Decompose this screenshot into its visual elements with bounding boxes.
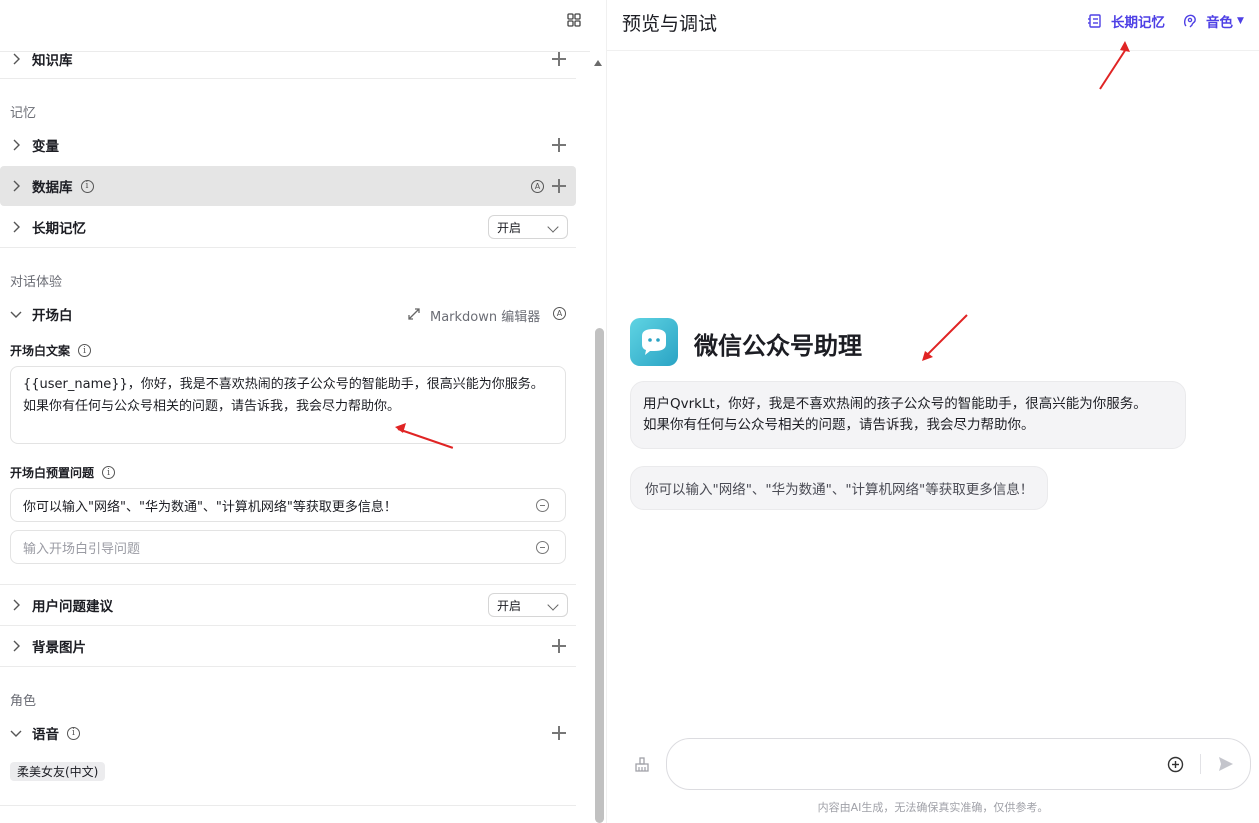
plus-icon[interactable] <box>552 179 566 193</box>
preset-label: 开场白预置问题 <box>10 466 95 480</box>
divider <box>0 584 576 585</box>
opening-text-line1: {{user_name}}，你好，我是不喜欢热闹的孩子公众号的智能助手，很高兴能… <box>23 377 544 392</box>
row-user-suggest[interactable]: 用户问题建议 开启 <box>0 593 576 617</box>
row-opening[interactable]: 开场白 Markdown 编辑器 A <box>0 303 576 325</box>
chevron-down-icon <box>547 221 559 233</box>
voice-icon <box>1183 14 1196 28</box>
chevron-down-icon <box>10 727 22 739</box>
plus-icon[interactable] <box>552 726 566 740</box>
section-title-role: 角色 <box>10 694 37 709</box>
minus-circle-icon[interactable] <box>536 541 549 554</box>
greeting-bubble: 用户QvrkLt，你好，我是不喜欢热闹的孩子公众号的智能助手，很高兴能为你服务。… <box>630 381 1186 449</box>
chevron-right-icon <box>10 53 22 65</box>
row-label-user-suggest: 用户问题建议 <box>32 599 113 615</box>
preset-label-row: 开场白预置问题 i <box>10 464 116 481</box>
info-icon[interactable]: i <box>67 726 80 740</box>
broom-icon[interactable] <box>633 756 651 774</box>
input-divider <box>1200 754 1201 774</box>
preview-panel: 预览与调试 长期记忆 音色 ▼ 微信公众号助理 用户QvrkLt，你好，我是不喜… <box>607 0 1259 823</box>
long-memory-select[interactable]: 开启 <box>488 215 568 239</box>
row-label-variables: 变量 <box>32 139 59 155</box>
send-icon[interactable] <box>1217 755 1235 773</box>
header-divider <box>607 50 1259 51</box>
preset-question-text: 你可以输入"网络"、"华为数通"、"计算机网络"等获取更多信息！ <box>23 499 397 515</box>
annotation-arrow <box>1099 48 1127 90</box>
divider <box>0 625 576 626</box>
auto-icon[interactable]: A <box>531 179 544 193</box>
divider <box>0 78 576 79</box>
chevron-right-icon <box>10 180 22 192</box>
suggested-question[interactable]: 你可以输入"网络"、"华为数通"、"计算机网络"等获取更多信息！ <box>630 466 1049 510</box>
grid-icon[interactable] <box>566 12 582 28</box>
row-variables[interactable]: 变量 <box>0 134 576 156</box>
annotation-arrowhead <box>1120 41 1130 52</box>
plus-icon[interactable] <box>552 138 566 152</box>
row-voice[interactable]: 语音 i <box>0 722 576 744</box>
section-title-experience: 对话体验 <box>10 275 63 290</box>
row-label-voice: 语音 <box>32 727 59 743</box>
chat-input[interactable] <box>666 738 1251 790</box>
config-toolbar <box>0 0 590 52</box>
long-memory-button[interactable]: 长期记忆 <box>1087 11 1165 31</box>
voice-button[interactable]: 音色 ▼ <box>1182 11 1244 31</box>
long-memory-select-value: 开启 <box>497 220 522 235</box>
annotation-arrowhead <box>395 423 406 433</box>
row-label-background: 背景图片 <box>32 640 86 656</box>
bot-config-panel: 知识库 记忆 变量 数据库 i A 长期记忆 开启 对话体验 开场白 Markd… <box>0 0 590 823</box>
user-suggest-select-value: 开启 <box>497 598 522 613</box>
caret-down-icon: ▼ <box>1237 16 1244 26</box>
row-database[interactable]: 数据库 i A <box>0 166 576 206</box>
scrollbar-thumb[interactable] <box>595 328 604 823</box>
row-knowledge[interactable]: 知识库 <box>0 48 576 70</box>
minus-circle-icon[interactable] <box>536 499 549 512</box>
memory-icon <box>1088 14 1101 28</box>
chevron-right-icon <box>10 599 22 611</box>
user-suggest-select[interactable]: 开启 <box>488 593 568 617</box>
row-label-database: 数据库 <box>32 180 73 196</box>
bot-name: 微信公众号助理 <box>694 332 862 360</box>
expand-icon[interactable] <box>407 307 421 321</box>
row-label-opening: 开场白 <box>32 308 73 324</box>
long-memory-button-label: 长期记忆 <box>1111 15 1165 31</box>
scroll-up-icon[interactable] <box>594 60 602 66</box>
row-label-long-memory: 长期记忆 <box>32 221 86 237</box>
row-background[interactable]: 背景图片 <box>0 635 576 657</box>
voice-button-label: 音色 <box>1206 15 1233 31</box>
voice-tag[interactable]: 柔美女友(中文) <box>10 762 106 781</box>
disclaimer: 内容由AI生成，无法确保真实准确，仅供参考。 <box>817 801 1049 814</box>
preset-question-new-input[interactable]: 输入开场白引导问题 <box>10 530 566 564</box>
bot-avatar <box>630 318 678 366</box>
divider <box>0 247 576 248</box>
opening-text-editor[interactable]: {{user_name}}，你好，我是不喜欢热闹的孩子公众号的智能助手，很高兴能… <box>10 366 566 444</box>
annotation-arrowhead <box>922 351 933 361</box>
page-title: 预览与调试 <box>622 13 718 35</box>
add-circle-icon[interactable] <box>1167 756 1184 773</box>
divider <box>0 666 576 667</box>
plus-icon[interactable] <box>552 639 566 653</box>
chevron-right-icon <box>10 221 22 233</box>
section-title-memory: 记忆 <box>10 106 37 121</box>
chevron-right-icon <box>10 640 22 652</box>
chevron-down-icon <box>10 308 22 320</box>
info-icon[interactable]: i <box>78 344 92 357</box>
markdown-editor-link[interactable]: Markdown 编辑器 <box>430 306 540 325</box>
info-icon[interactable]: i <box>80 179 94 193</box>
row-long-memory[interactable]: 长期记忆 开启 <box>0 215 576 239</box>
info-icon[interactable]: i <box>102 466 116 479</box>
opening-text-label: 开场白文案 <box>10 344 71 358</box>
greeting-line1: 用户QvrkLt，你好，我是不喜欢热闹的孩子公众号的智能助手，很高兴能为你服务。 <box>643 396 1147 412</box>
row-label-knowledge: 知识库 <box>32 53 73 69</box>
opening-text-label-row: 开场白文案 i <box>10 342 92 359</box>
chevron-down-icon <box>547 599 559 611</box>
auto-icon[interactable]: A <box>553 307 566 320</box>
preset-placeholder: 输入开场白引导问题 <box>23 541 141 557</box>
greeting-line2: 如果你有任何与公众号相关的问题，请告诉我，我会尽力帮助你。 <box>643 417 1035 433</box>
opening-text-line2: 如果你有任何与公众号相关的问题，请告诉我，我会尽力帮助你。 <box>23 399 401 414</box>
chevron-right-icon <box>10 139 22 151</box>
preset-question-input[interactable]: 你可以输入"网络"、"华为数通"、"计算机网络"等获取更多信息！ <box>10 488 566 522</box>
plus-icon[interactable] <box>552 52 566 66</box>
divider <box>0 805 576 806</box>
